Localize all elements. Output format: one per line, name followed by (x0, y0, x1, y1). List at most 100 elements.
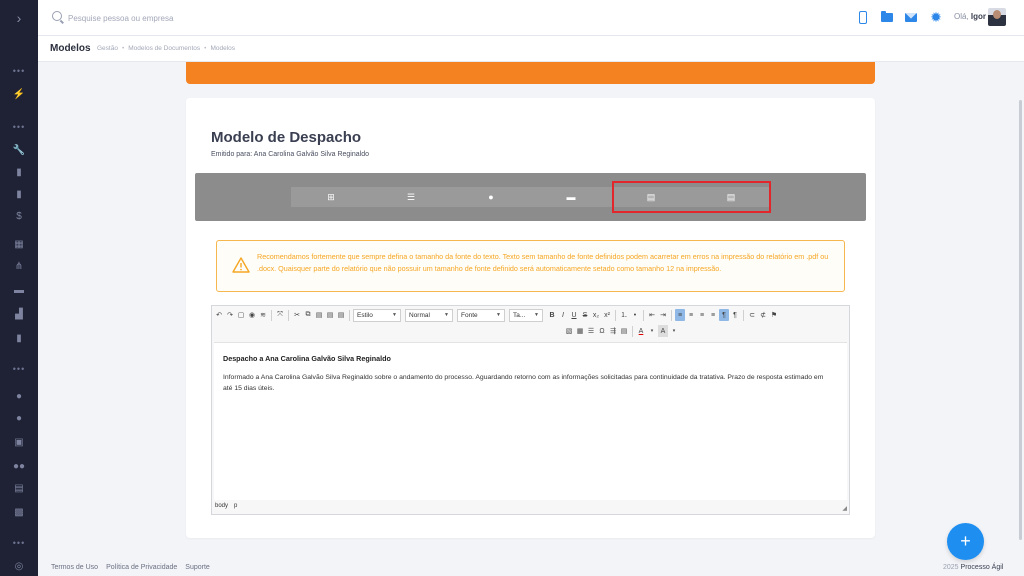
breadcrumb-item[interactable]: Modelos de Documentos (128, 45, 200, 52)
person-tab[interactable]: ● (451, 187, 531, 207)
link-icon[interactable]: ⊂ (747, 309, 757, 321)
element-path-item[interactable]: p (234, 503, 237, 509)
mail-icon[interactable] (904, 10, 918, 24)
style-dropdown[interactable]: Estilo ▼ (353, 308, 401, 322)
user-icon[interactable]: ● (0, 388, 38, 404)
folder-icon[interactable]: ▬ (0, 282, 38, 298)
table-icon[interactable]: ▦ (575, 325, 585, 337)
content-paragraph: Informado a Ana Carolina Galvão Silva Re… (223, 374, 824, 392)
document-title: Modelo de Despacho (211, 129, 362, 146)
breadcrumb-item[interactable]: Modelos (210, 45, 235, 52)
paste-text-icon[interactable]: ▤ (325, 309, 335, 321)
archive-tab[interactable]: ▬ (531, 187, 611, 207)
search-input[interactable] (68, 10, 368, 26)
superscript-icon[interactable]: x² (602, 309, 612, 321)
avatar[interactable] (988, 8, 1006, 26)
undo-icon[interactable]: ↶ (214, 309, 224, 321)
outdent-icon[interactable]: ⇤ (647, 309, 657, 321)
rich-text-editor: ↶ ↷ ▢ ◉ ≋ ⤧ ✂ ⧉ ▤ ▤ ▤ Estilo ▼ Normal ▼ Fo… (211, 305, 850, 515)
text-color-icon[interactable]: A (636, 325, 646, 337)
wrench-icon[interactable]: 🔧 (0, 142, 38, 158)
chart-icon[interactable]: ▟ (0, 306, 38, 322)
copy-icon[interactable]: ⧉ (303, 309, 313, 321)
element-path-item[interactable]: body (215, 503, 228, 509)
bolt-icon[interactable]: ⚡ (0, 86, 38, 102)
size-dropdown[interactable]: Ta... ▼ (509, 308, 543, 322)
tab-bar: ⊞ ☰ ● ▬ ▤ ▤ (195, 173, 866, 221)
briefcase-icon[interactable]: ▣ (0, 434, 38, 450)
page-break-icon[interactable]: ⇶ (608, 325, 618, 337)
bold-icon[interactable]: B (547, 309, 557, 321)
copy-icon[interactable]: ▮ (0, 330, 38, 346)
justify-icon[interactable]: ≡ (708, 309, 718, 321)
anchor-icon[interactable]: ⚑ (769, 309, 779, 321)
italic-icon[interactable]: I (558, 309, 568, 321)
dollar-icon[interactable]: $ (0, 208, 38, 224)
align-left-icon[interactable]: ≡ (675, 309, 685, 321)
calendar-icon[interactable]: ▦ (0, 236, 38, 252)
add-fab-button[interactable]: + (947, 523, 984, 560)
format-dropdown[interactable]: Normal ▼ (405, 308, 453, 322)
top-bar: ✹ Olá, Igor (38, 0, 1024, 36)
gift-icon[interactable]: ▩ (0, 504, 38, 520)
preview-icon[interactable]: ▢ (236, 309, 246, 321)
underline-icon[interactable]: U (569, 309, 579, 321)
paste-word-icon[interactable]: ▤ (336, 309, 346, 321)
sidebar-toggle-icon[interactable]: › (0, 0, 38, 36)
user-plus-icon[interactable]: ● (0, 410, 38, 426)
page-header: Modelos Gestão • Modelos de Documentos •… (38, 36, 1024, 62)
rtl-icon[interactable]: ¶ (730, 309, 740, 321)
orange-banner (186, 62, 875, 84)
gear-icon[interactable]: ✹ (929, 10, 943, 24)
folder-icon[interactable] (880, 10, 894, 24)
add-section-tab[interactable]: ⊞ (291, 187, 371, 207)
maximize-icon[interactable]: ⤧ (275, 309, 285, 321)
network-icon[interactable]: ⋔ (0, 258, 38, 274)
dropdown-arrow-icon[interactable]: ▾ (669, 325, 679, 337)
resize-handle-icon[interactable]: ◢ (842, 505, 847, 512)
phone-icon[interactable] (856, 10, 870, 24)
spellcheck-icon[interactable]: ≋ (258, 309, 268, 321)
numbered-list-icon[interactable]: ⒈ (619, 309, 629, 321)
unlink-icon[interactable]: ⊄ (758, 309, 768, 321)
print-icon[interactable]: ◉ (247, 309, 257, 321)
align-right-icon[interactable]: ≡ (697, 309, 707, 321)
archive-icon: ▬ (566, 192, 576, 202)
document-icon[interactable]: ▮ (0, 186, 38, 202)
document-icon[interactable]: ▮ (0, 164, 38, 180)
subscript-icon[interactable]: x₂ (591, 309, 601, 321)
horizontal-rule-icon[interactable]: ☰ (586, 325, 596, 337)
paste-icon[interactable]: ▤ (314, 309, 324, 321)
bulleted-list-icon[interactable]: • (630, 309, 640, 321)
breadcrumb-item[interactable]: Gestão (97, 45, 118, 52)
editor-toolbar-row-2: ▧ ▦ ☰ Ω ⇶ ▤ A ▾ A ▾ (564, 324, 679, 338)
breadcrumb: Gestão • Modelos de Documentos • Modelos (97, 45, 236, 52)
font-dropdown[interactable]: Fonte ▼ (457, 308, 505, 322)
ltr-icon[interactable]: ¶ (719, 309, 729, 321)
cut-icon[interactable]: ✂ (292, 309, 302, 321)
special-char-icon[interactable]: Ω (597, 325, 607, 337)
footer-link-privacy[interactable]: Política de Privacidade (106, 564, 177, 571)
bg-color-icon[interactable]: A (658, 325, 668, 337)
document-subtitle: Emitido para: Ana Carolina Galvão Silva … (211, 151, 369, 158)
strike-icon[interactable]: S (580, 309, 590, 321)
list-icon[interactable]: ▤ (0, 480, 38, 496)
sidebar-dots: ••• (12, 538, 26, 548)
redo-icon[interactable]: ↷ (225, 309, 235, 321)
editor-content-area[interactable]: Despacho a Ana Carolina Galvão Silva Reg… (214, 342, 847, 500)
plus-icon: + (960, 531, 971, 551)
footer-link-support[interactable]: Suporte (185, 564, 210, 571)
scrollbar[interactable] (1019, 100, 1022, 540)
footer-link-terms[interactable]: Termos de Uso (51, 564, 98, 571)
align-center-icon[interactable]: ≡ (686, 309, 696, 321)
globe-icon[interactable]: ◎ (0, 558, 38, 574)
image-icon[interactable]: ▧ (564, 325, 574, 337)
settings-tab[interactable]: ☰ (371, 187, 451, 207)
document-card: Modelo de Despacho Emitido para: Ana Car… (186, 98, 875, 538)
users-icon[interactable]: ●● (0, 458, 38, 474)
content-heading: Despacho a Ana Carolina Galvão Silva Reg… (223, 354, 391, 363)
dropdown-arrow-icon[interactable]: ▾ (647, 325, 657, 337)
iframe-icon[interactable]: ▤ (619, 325, 629, 337)
indent-icon[interactable]: ⇥ (658, 309, 668, 321)
editor-toolbar-row-1: ↶ ↷ ▢ ◉ ≋ ⤧ ✂ ⧉ ▤ ▤ ▤ Estilo ▼ Normal ▼ Fo… (214, 308, 779, 322)
